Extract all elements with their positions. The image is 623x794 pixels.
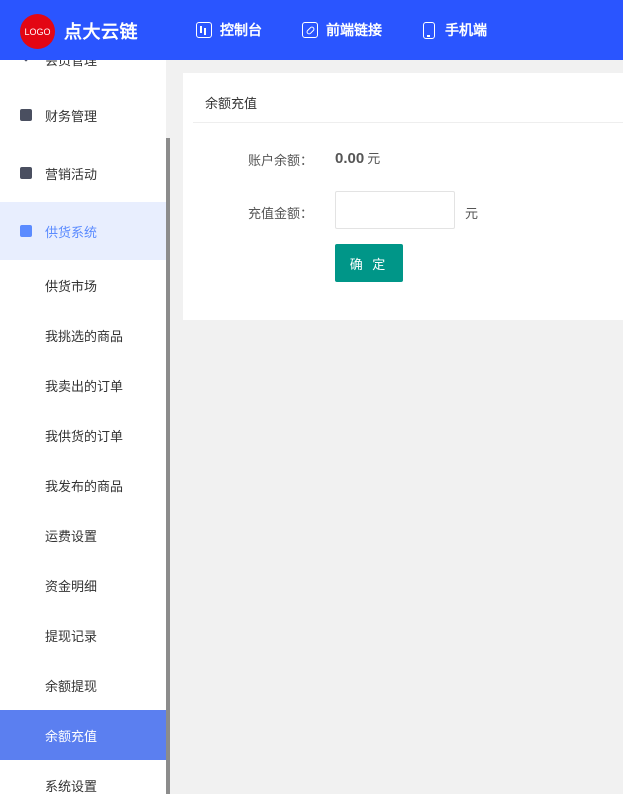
page-title: 余额充值: [205, 96, 258, 111]
card-header: 余额充值: [193, 73, 623, 123]
sidebar-subitem-supply-market[interactable]: 供货市场: [0, 260, 166, 310]
amount-unit: 元: [465, 206, 479, 221]
sidebar: 会员管理 财务管理 营销活动 供货系统 供货市场 我挑选的商品 我卖出的订单 我…: [0, 60, 166, 794]
recharge-amount-input[interactable]: [335, 191, 455, 229]
supply-truck-icon: [20, 225, 32, 237]
sidebar-item-member[interactable]: 会员管理: [0, 60, 166, 70]
balance-label: 账户余额：: [247, 153, 313, 168]
sidebar-subitem-label: 我发布的商品: [45, 478, 124, 494]
sidebar-subitem-balance-withdraw[interactable]: 余额提现: [0, 660, 166, 710]
sidebar-item-label: 会员管理: [45, 60, 98, 68]
amount-label: 充值金额：: [247, 206, 313, 221]
recharge-card: 余额充值 账户余额： 0.00 元 充值金额： 元 确 定: [183, 73, 623, 320]
sidebar-subitem-label: 资金明细: [45, 578, 98, 594]
sidebar-subitem-balance-recharge[interactable]: 余额充值: [0, 710, 166, 760]
sidebar-subitem-withdraw-records[interactable]: 提现记录: [0, 610, 166, 660]
nav-dashboard[interactable]: 控制台: [196, 19, 262, 41]
sidebar-item-finance[interactable]: 财务管理: [0, 86, 166, 144]
marketing-icon: [20, 167, 32, 179]
dashboard-icon: [196, 22, 212, 38]
sidebar-subitem-label: 我挑选的商品: [45, 328, 124, 344]
sidebar-subitem-label: 我供货的订单: [45, 428, 124, 444]
sidebar-subitem-label: 提现记录: [45, 628, 98, 644]
brand-name: 点大云链: [64, 22, 138, 42]
sidebar-subitem-label: 我卖出的订单: [45, 378, 124, 394]
sidebar-subitem-system-settings[interactable]: 系统设置: [0, 760, 166, 794]
sidebar-subitem-label: 运费设置: [45, 528, 98, 544]
nav-frontend-link[interactable]: 前端链接: [302, 19, 382, 41]
confirm-button[interactable]: 确 定: [335, 244, 403, 282]
sidebar-scrollbar[interactable]: [166, 138, 170, 794]
sidebar-subitem-sold-orders[interactable]: 我卖出的订单: [0, 360, 166, 410]
top-navbar: LOGO 点大云链 控制台 前端链接 手机端: [0, 0, 623, 60]
link-icon: [302, 22, 318, 38]
sidebar-item-label: 供货系统: [45, 224, 98, 240]
sidebar-item-marketing[interactable]: 营销活动: [0, 144, 166, 202]
sidebar-subitem-supplied-orders[interactable]: 我供货的订单: [0, 410, 166, 460]
sidebar-item-supply[interactable]: 供货系统: [0, 202, 166, 260]
logo[interactable]: LOGO: [20, 14, 55, 49]
balance-display: 0.00 元: [335, 148, 380, 167]
member-icon: [20, 60, 32, 62]
sidebar-subitem-fund-details[interactable]: 资金明细: [0, 560, 166, 610]
nav-frontend-link-label: 前端链接: [326, 22, 382, 38]
sidebar-subitem-published-goods[interactable]: 我发布的商品: [0, 460, 166, 510]
sidebar-subitem-label: 余额提现: [45, 678, 98, 694]
balance-value: 0.00: [335, 150, 365, 167]
sidebar-subitem-shipping-settings[interactable]: 运费设置: [0, 510, 166, 560]
sidebar-subitem-label: 供货市场: [45, 278, 98, 294]
sidebar-subitem-label: 余额充值: [45, 728, 98, 744]
sidebar-subitem-label: 系统设置: [45, 778, 98, 794]
sidebar-item-label: 营销活动: [45, 166, 98, 182]
finance-icon: [20, 109, 32, 121]
nav-dashboard-label: 控制台: [220, 22, 262, 38]
balance-unit: 元: [367, 151, 381, 166]
sidebar-subitem-picked-goods[interactable]: 我挑选的商品: [0, 310, 166, 360]
mobile-icon: [423, 21, 435, 39]
nav-mobile-label: 手机端: [445, 22, 487, 38]
sidebar-item-label: 财务管理: [45, 108, 98, 124]
nav-mobile[interactable]: 手机端: [423, 19, 487, 41]
